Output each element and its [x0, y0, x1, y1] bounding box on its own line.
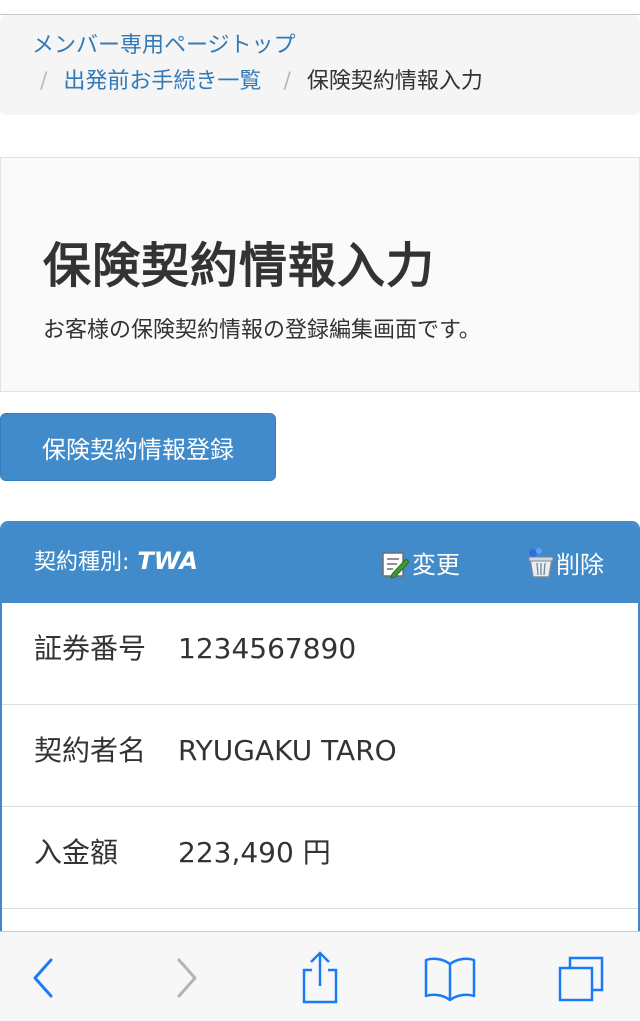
- edit-button[interactable]: 変更: [380, 545, 460, 580]
- field-value: 1234567890: [178, 632, 357, 665]
- back-icon[interactable]: [14, 948, 74, 1008]
- breadcrumb-separator: /: [40, 69, 48, 94]
- field-row-policy-number: 証券番号 1234567890: [2, 603, 638, 705]
- breadcrumb-separator: /: [283, 69, 291, 94]
- contract-panel: 契約種別: TWA 変更 削除 証券番号 1234567890 契約者名 RYU…: [0, 521, 640, 941]
- edit-icon: [380, 547, 410, 579]
- field-label: 証券番号: [34, 632, 147, 665]
- status-divider: [0, 0, 640, 15]
- field-label: 契約者名: [34, 734, 147, 767]
- delete-label: 削除: [556, 551, 604, 579]
- field-label: 入金額: [34, 836, 119, 869]
- bookmarks-icon[interactable]: [420, 948, 480, 1008]
- field-row-payment-amount: 入金額 223,490 円: [2, 807, 638, 909]
- register-insurance-button[interactable]: 保険契約情報登録: [0, 413, 276, 481]
- contract-panel-heading: 契約種別: TWA 変更 削除: [2, 523, 638, 603]
- delete-button[interactable]: 削除: [524, 545, 604, 580]
- share-icon[interactable]: [290, 948, 350, 1008]
- contract-type-value: TWA: [137, 547, 198, 575]
- page-description: お客様の保険契約情報の登録編集画面です。: [43, 318, 481, 343]
- contract-type: 契約種別: TWA: [34, 545, 198, 579]
- page-title: 保険契約情報入力: [43, 238, 436, 294]
- breadcrumb-procedures-link[interactable]: 出発前お手続き一覧: [63, 65, 261, 99]
- contract-type-label: 契約種別:: [34, 550, 130, 575]
- page-header: 保険契約情報入力 お客様の保険契約情報の登録編集画面です。: [0, 157, 640, 392]
- browser-toolbar: [0, 931, 640, 1021]
- breadcrumb-current: 保険契約情報入力: [306, 69, 483, 94]
- forward-icon[interactable]: [156, 948, 216, 1008]
- trash-icon: [524, 547, 554, 579]
- edit-label: 変更: [412, 551, 460, 579]
- field-row-contractor-name: 契約者名 RYUGAKU TARO: [2, 705, 638, 807]
- tabs-icon[interactable]: [552, 948, 612, 1008]
- breadcrumb: メンバー専用ページトップ / 出発前お手続き一覧 / 保険契約情報入力: [0, 15, 640, 115]
- field-value: RYUGAKU TARO: [178, 734, 397, 767]
- field-value: 223,490 円: [178, 836, 331, 869]
- breadcrumb-member-top-link[interactable]: メンバー専用ページトップ: [32, 33, 296, 58]
